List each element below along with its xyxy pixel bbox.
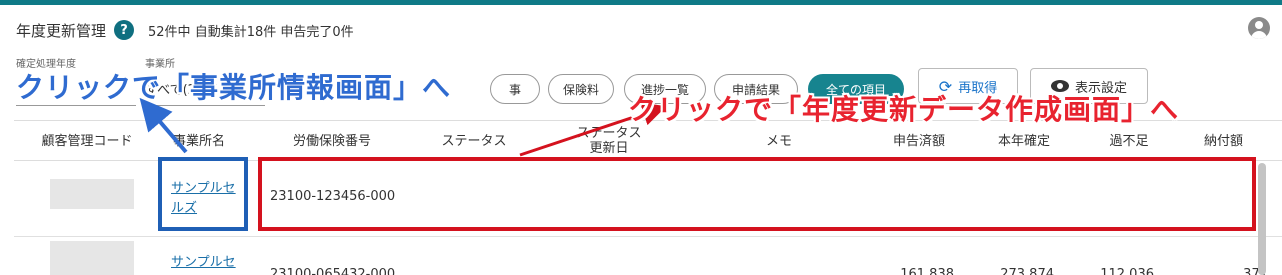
top-accent-bar [0,0,1282,5]
page-title: 年度更新管理 [16,21,107,40]
chip-insurance[interactable]: 保険料 [548,74,614,104]
header-labor-number[interactable]: 労働保険番号 [282,121,382,161]
chip-partial[interactable]: 事 [490,74,540,104]
help-icon[interactable]: ? [114,20,135,40]
difference-cell: 112,036 [1100,267,1154,275]
header-customer-code[interactable]: 顧客管理コード [32,121,142,161]
office-name-link[interactable]: サンプルセ [171,253,243,273]
header-status[interactable]: ステータス [434,121,514,161]
user-avatar-icon[interactable] [1248,17,1270,39]
office-screen-callout: クリックで「事業所情報画面」へ [16,71,452,104]
table-scrollbar[interactable] [1258,163,1266,275]
table-row[interactable]: サンプルセ 23100-065432-000 161,838 273,874 1… [14,237,1282,275]
masked-customer-code [50,179,134,209]
summary-counts: 52件中 自動集計18件 申告完了0件 [148,24,354,40]
header-status-updated-line1: ステータス [576,126,642,141]
header-office-name[interactable]: 事業所名 [169,121,229,161]
yearly-update-callout: クリックで「年度更新データ作成画面」へ [628,93,1180,126]
declared-amount-cell: 161,838 [900,267,954,275]
office-link-highlight-box [158,157,248,231]
header-payment[interactable]: 納付額 [1204,121,1264,161]
page-header: 年度更新管理 ? 52件中 自動集計18件 申告完了0件 [16,18,354,42]
current-confirmed-cell: 273,874 [1000,267,1054,275]
row-highlight-box [258,157,1256,231]
header-status-updated-line2: 更新日 [589,141,629,156]
labor-number-cell: 23100-065432-000 [270,267,396,275]
masked-customer-code [50,241,134,275]
